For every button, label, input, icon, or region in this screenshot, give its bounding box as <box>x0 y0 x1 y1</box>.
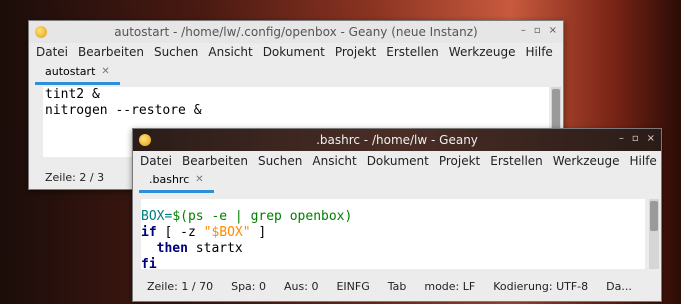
tab-bar: .bashrc ✕ <box>133 169 661 193</box>
tab-label: .bashrc <box>149 173 190 186</box>
menu-bearbeiten[interactable]: Bearbeiten <box>177 154 253 168</box>
status-indent: Tab <box>387 280 407 293</box>
code-line: if [ -z "$BOX" ] <box>141 225 267 240</box>
menu-suchen[interactable]: Suchen <box>253 154 307 168</box>
scrollbar-thumb[interactable] <box>650 201 658 231</box>
status-bar: Zeile: 2 / 3 <box>45 171 104 184</box>
maximize-icon[interactable]: ▫ <box>534 25 541 36</box>
window-title: autostart - /home/lw/.config/openbox - G… <box>114 25 478 39</box>
menu-erstellen[interactable]: Erstellen <box>485 154 548 168</box>
status-filetype: Da... <box>606 280 632 293</box>
status-encoding: Kodierung: UTF-8 <box>493 280 589 293</box>
tab-label: autostart <box>45 65 96 78</box>
menu-datei[interactable]: Datei <box>135 154 177 168</box>
status-insert-mode: EINFG <box>336 280 370 293</box>
menu-suchen[interactable]: Suchen <box>149 45 203 59</box>
window-titlebar[interactable]: autostart - /home/lw/.config/openbox - G… <box>29 21 563 43</box>
status-selection: Aus: 0 <box>284 280 319 293</box>
code-line: then startx <box>156 241 243 256</box>
minimize-icon[interactable]: – <box>521 25 526 36</box>
menu-erstellen[interactable]: Erstellen <box>381 45 444 59</box>
window-title: .bashrc - /home/lw - Geany <box>316 133 478 147</box>
close-icon[interactable]: × <box>647 133 655 144</box>
minimize-icon[interactable]: – <box>619 133 624 144</box>
tab-close-icon[interactable]: ✕ <box>195 174 203 185</box>
code-line: BOX=$(ps -e | grep openbox) <box>141 209 353 224</box>
menu-dokument[interactable]: Dokument <box>362 154 434 168</box>
close-icon[interactable]: × <box>549 25 557 36</box>
menu-werkzeuge[interactable]: Werkzeuge <box>548 154 625 168</box>
status-line: Zeile: 2 / 3 <box>45 171 105 184</box>
menu-hilfe[interactable]: Hilfe <box>521 45 558 59</box>
menu-ansicht[interactable]: Ansicht <box>307 154 361 168</box>
menu-projekt[interactable]: Projekt <box>330 45 381 59</box>
geany-app-icon <box>139 134 151 146</box>
code-line: tint2 & <box>45 87 100 102</box>
editor-area[interactable]: BOX=$(ps -e | grep openbox) if [ -z "$BO… <box>141 199 645 272</box>
tab-autostart[interactable]: autostart ✕ <box>35 61 120 85</box>
geany-window-bashrc: .bashrc - /home/lw - Geany – ▫ × Datei B… <box>132 128 662 302</box>
tab-bar: autostart ✕ <box>29 61 563 85</box>
menu-werkzeuge[interactable]: Werkzeuge <box>444 45 521 59</box>
tab-close-icon[interactable]: ✕ <box>101 66 109 77</box>
menu-projekt[interactable]: Projekt <box>434 154 485 168</box>
menu-dokument[interactable]: Dokument <box>258 45 330 59</box>
menu-hilfe[interactable]: Hilfe <box>625 154 662 168</box>
status-eol: mode: LF <box>424 280 476 293</box>
maximize-icon[interactable]: ▫ <box>632 133 639 144</box>
tab-bashrc[interactable]: .bashrc ✕ <box>139 169 214 193</box>
window-titlebar[interactable]: .bashrc - /home/lw - Geany – ▫ × <box>133 129 661 151</box>
geany-app-icon <box>35 26 47 38</box>
menu-datei[interactable]: Datei <box>31 45 73 59</box>
code-line: fi <box>141 257 157 272</box>
menu-bar: Datei Bearbeiten Suchen Ansicht Dokument… <box>29 43 563 61</box>
code-line: nitrogen --restore & <box>45 103 202 118</box>
scrollbar-thumb[interactable] <box>552 89 560 129</box>
vertical-scrollbar[interactable] <box>649 199 659 269</box>
menu-ansicht[interactable]: Ansicht <box>203 45 257 59</box>
status-column: Spa: 0 <box>231 280 267 293</box>
menu-bar: Datei Bearbeiten Suchen Ansicht Dokument… <box>133 153 661 169</box>
status-line: Zeile: 1 / 70 <box>147 280 214 293</box>
menu-bearbeiten[interactable]: Bearbeiten <box>73 45 149 59</box>
status-bar: Zeile: 1 / 70 Spa: 0 Aus: 0 EINFG Tab mo… <box>147 280 632 293</box>
